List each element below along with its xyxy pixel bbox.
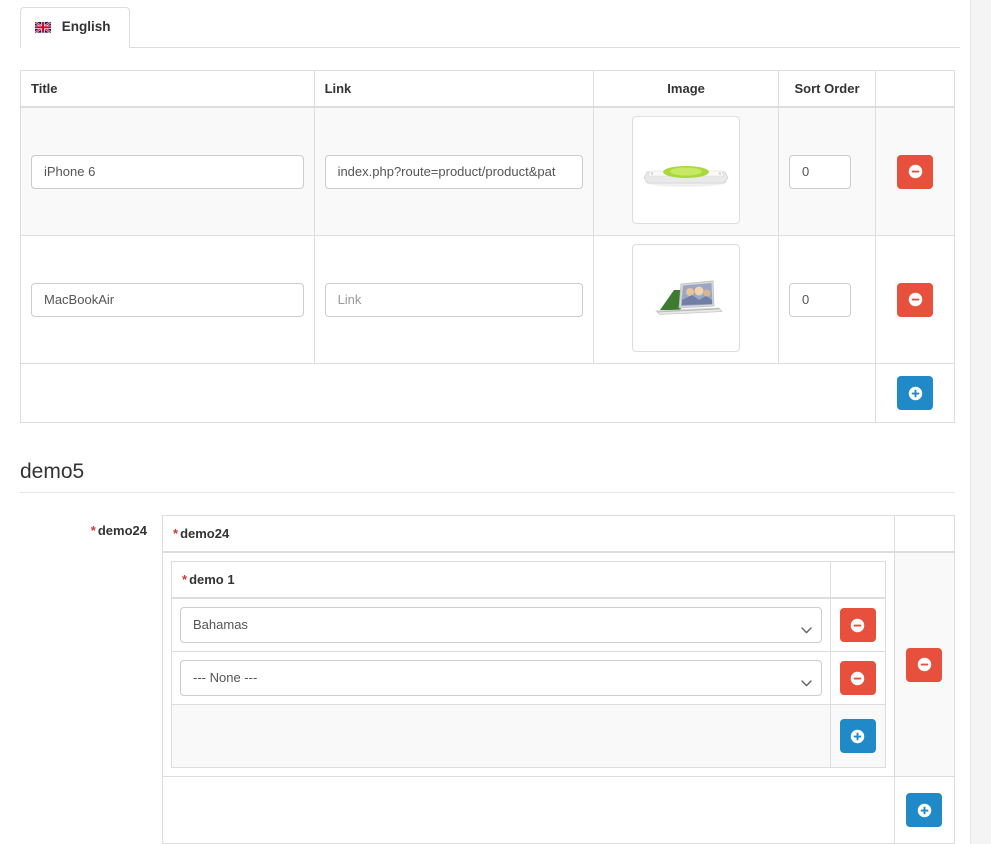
minus-circle-icon: [908, 292, 922, 307]
remove-banner-row-button[interactable]: [897, 282, 933, 317]
required-asterisk: *: [90, 523, 96, 539]
cell-action: [875, 106, 955, 236]
banner-table-head: Title Link Image Sort Order: [20, 70, 955, 108]
column-header-sort-order: Sort Order: [778, 70, 876, 108]
demo1-inner-table: * demo 1 Bahamas --- None ---: [170, 561, 886, 769]
cell-footer-spacer: [20, 363, 876, 423]
remove-banner-row-button[interactable]: [897, 154, 933, 189]
demo24-column-header: * demo24: [162, 515, 895, 554]
uk-flag-icon: [34, 20, 52, 34]
tab-english[interactable]: English: [20, 6, 130, 48]
banner-title-input[interactable]: [31, 282, 304, 317]
cell-footer-action: [875, 363, 955, 423]
cell-demo24-action: [893, 551, 956, 778]
demo24-header-row: * demo24: [162, 515, 956, 554]
banner-sort-order-input[interactable]: [789, 154, 852, 189]
demo24-footer-row: [162, 776, 956, 844]
banner-link-input[interactable]: [324, 282, 584, 317]
demo1-header-row: * demo 1: [170, 561, 886, 600]
demo1-country-select[interactable]: --- None ---: [180, 660, 823, 697]
add-demo1-row-button[interactable]: [839, 719, 876, 754]
banner-table-footer-row: [20, 363, 955, 423]
tab-english-label: English: [61, 18, 111, 34]
cell-link: [313, 235, 595, 364]
cell-link: [313, 106, 595, 236]
required-asterisk: *: [173, 526, 179, 542]
plus-circle-icon: [851, 729, 865, 743]
page-right-gutter: [970, 0, 991, 844]
cell-demo1-select: --- None ---: [170, 651, 832, 706]
demo24-field-label-text: demo24: [97, 523, 147, 539]
cell-image: [593, 235, 780, 364]
demo24-nested-cell: * demo 1 Bahamas --- None ---: [162, 551, 895, 778]
demo1-select-wrapper: Bahamas: [180, 607, 823, 644]
demo1-column-header-action: [830, 561, 886, 600]
remove-demo24-row-button[interactable]: [906, 647, 943, 682]
column-header-title: Title: [20, 70, 315, 108]
demo1-footer-row: [170, 704, 886, 769]
remove-demo1-row-button[interactable]: [839, 608, 876, 643]
banner-table: Title Link Image Sort Order: [20, 70, 955, 423]
cell-demo1-action: [830, 597, 886, 653]
language-tabs: English: [20, 0, 960, 48]
tab-english-item: English: [20, 6, 130, 48]
demo24-field-label: * demo24: [20, 515, 162, 540]
banner-table-body: [20, 106, 955, 423]
minus-circle-icon: [908, 164, 922, 179]
table-row: * demo 1 Bahamas --- None ---: [162, 551, 956, 778]
table-row: [20, 235, 955, 364]
cell-title: [20, 106, 315, 236]
demo1-table-head: * demo 1: [170, 561, 886, 600]
demo1-column-header: * demo 1: [170, 561, 832, 600]
demo24-outer-table: * demo24 * demo 1 Bahamas --- None ---: [162, 515, 956, 844]
banner-title-input[interactable]: [31, 154, 304, 189]
demo24-table-body: * demo 1 Bahamas --- None ---: [162, 551, 956, 844]
plus-circle-icon: [917, 803, 932, 817]
banner-table-header-row: Title Link Image Sort Order: [20, 70, 955, 108]
banner-link-input[interactable]: [324, 154, 584, 189]
demo1-table-body: Bahamas --- None ---: [170, 597, 886, 769]
plus-circle-icon: [908, 386, 922, 400]
cell-demo1-footer-spacer: [170, 704, 832, 769]
table-row: Bahamas: [170, 597, 886, 653]
add-demo24-row-button[interactable]: [906, 793, 943, 828]
demo24-table-head: * demo24: [162, 515, 956, 554]
cell-title: [20, 235, 315, 364]
demo1-select-wrapper: --- None ---: [180, 660, 823, 697]
cell-image: [593, 106, 780, 236]
column-header-action: [875, 70, 955, 108]
column-header-image: Image: [593, 70, 780, 108]
cell-demo24-footer-spacer: [162, 776, 895, 844]
cell-demo24-footer-action: [893, 776, 956, 844]
cell-sort-order: [778, 235, 876, 364]
column-header-link: Link: [313, 70, 595, 108]
cell-demo1-footer-action: [830, 704, 886, 769]
cell-action: [875, 235, 955, 364]
demo24-form-group: * demo24 * demo24 * demo 1 Bahamas --- N…: [20, 515, 956, 844]
banner-table-container: Title Link Image Sort Order: [20, 70, 955, 423]
demo5-section-heading: demo5: [20, 459, 955, 494]
demo1-country-select[interactable]: Bahamas: [180, 607, 823, 644]
demo24-field-column: * demo24 * demo 1 Bahamas --- None ---: [162, 515, 956, 844]
cell-demo1-action: [830, 651, 886, 706]
banner-image-thumbnail[interactable]: [632, 116, 741, 224]
banner-image-thumbnail[interactable]: [632, 244, 741, 352]
demo24-column-header-action: [893, 515, 956, 554]
cell-sort-order: [778, 106, 876, 236]
main-content: English Title Link Image Sort Order iPho…: [0, 0, 970, 844]
remove-demo1-row-button[interactable]: [839, 661, 876, 696]
add-banner-row-button[interactable]: [897, 376, 933, 410]
demo1-column-header-text: demo 1: [189, 572, 235, 588]
cell-demo1-select: Bahamas: [170, 597, 832, 653]
banner-sort-order-input[interactable]: [789, 282, 852, 317]
table-row: [20, 106, 955, 236]
minus-circle-icon: [851, 671, 865, 685]
table-row: --- None ---: [170, 651, 886, 706]
demo24-column-header-text: demo24: [180, 526, 230, 542]
minus-circle-icon: [917, 657, 932, 672]
minus-circle-icon: [851, 618, 865, 632]
page-root: English Title Link Image Sort Order iPho…: [0, 0, 991, 844]
required-asterisk: *: [182, 572, 188, 588]
